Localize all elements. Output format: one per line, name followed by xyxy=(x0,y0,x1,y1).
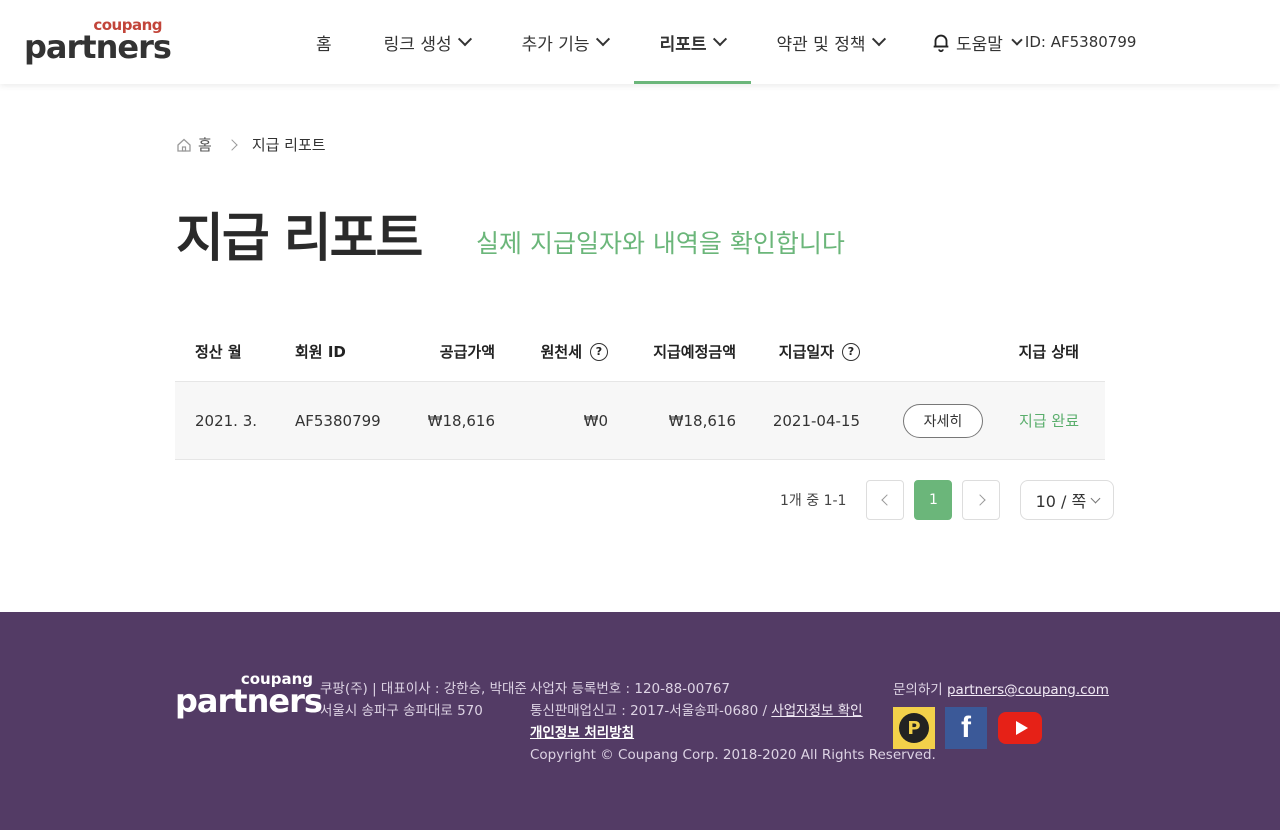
chevron-right-icon xyxy=(974,494,986,506)
bell-icon[interactable] xyxy=(930,31,952,53)
next-page-button[interactable] xyxy=(962,480,1001,520)
breadcrumb: 홈 지급 리포트 xyxy=(176,134,326,155)
nav-extra-features[interactable]: 추가 기능 xyxy=(496,0,634,84)
user-id[interactable]: ID: AF5380799 xyxy=(1025,33,1137,51)
help-menu[interactable]: 도움말 xyxy=(956,30,1003,55)
header-supply-amount: 공급가액 xyxy=(439,343,495,361)
nav-link-create[interactable]: 링크 생성 xyxy=(358,0,496,84)
cell-supply-amount: ₩18,616 xyxy=(427,411,495,430)
footer-contact-label: 문의하기 xyxy=(893,682,947,698)
header-withholding-tax-label: 원천세 xyxy=(540,343,582,361)
cell-month: 2021. 3. xyxy=(195,411,258,430)
question-mark-icon[interactable]: ? xyxy=(590,342,608,361)
privacy-policy-link[interactable]: 개인정보 처리방침 xyxy=(530,725,634,741)
page-size-select[interactable]: 10 / 쪽 xyxy=(1020,480,1115,520)
footer-contact: 문의하기 partners@coupang.com xyxy=(893,678,1109,698)
cell-expected-payment: ₩18,616 xyxy=(668,411,736,430)
table-row: 2021. 3. AF5380799 ₩18,616 ₩0 ₩18,616 20… xyxy=(175,382,1105,460)
chevron-down-icon xyxy=(1011,34,1023,46)
cell-withholding-tax-value: ₩0 xyxy=(583,411,608,430)
footer-copyright: Copyright © Coupang Corp. 2018-2020 All … xyxy=(530,747,936,763)
detail-button[interactable]: 자세히 xyxy=(903,403,983,438)
footer-business-info: 사업자 등록번호 : 120-88-00767 통신판매업신고 : 2017-서… xyxy=(530,678,936,766)
nav-link-create-label: 링크 생성 xyxy=(383,34,452,55)
cell-member-id: AF5380799 xyxy=(295,411,381,430)
pagination: 1개 중 1-1 1 10 / 쪽 xyxy=(780,480,1115,520)
youtube-icon[interactable] xyxy=(997,707,1043,749)
chevron-right-icon xyxy=(226,138,238,151)
nav-terms-policy[interactable]: 약관 및 정책 xyxy=(751,0,910,84)
nav-report[interactable]: 리포트 xyxy=(633,0,751,84)
prev-page-button[interactable] xyxy=(866,480,905,520)
nav-extra-features-label: 추가 기능 xyxy=(521,34,590,55)
nav-home-label: 홈 xyxy=(316,34,332,55)
top-header: coupang partners 홈 링크 생성 추가 기능 리포트 약관 및 … xyxy=(0,0,1280,84)
chevron-down-icon xyxy=(1090,493,1101,503)
coupang-partners-logo[interactable]: coupang partners xyxy=(24,16,172,66)
contact-email-link[interactable]: partners@coupang.com xyxy=(947,682,1109,698)
header-month: 정산 월 xyxy=(195,343,242,361)
status-badge: 지급 완료 xyxy=(1019,412,1079,430)
coupang-p-glyph: P xyxy=(899,713,929,743)
footer-mail-order: 통신판매업신고 : 2017-서울송파-0680 / 사업자정보 확인 xyxy=(530,700,936,722)
chevron-down-icon xyxy=(595,32,610,47)
chevron-left-icon xyxy=(881,494,893,506)
biz-info-link[interactable]: 사업자정보 확인 xyxy=(771,703,862,719)
header-payment-date-label: 지급일자 xyxy=(778,343,834,361)
header-status: 지급 상태 xyxy=(1018,343,1079,361)
chevron-down-icon xyxy=(871,32,886,47)
cell-detail: 자세히 xyxy=(860,403,983,438)
header-payment-date: 지급일자 ? xyxy=(736,341,860,362)
cell-payment-date-value: 2021-04-15 xyxy=(772,411,860,430)
page-title: 지급 리포트 xyxy=(176,209,423,269)
facebook-icon[interactable]: f xyxy=(945,707,987,749)
page-size-value: 10 / 쪽 xyxy=(1035,492,1087,511)
social-links: P f xyxy=(893,707,1053,749)
coupang-partners-social-icon[interactable]: P xyxy=(893,707,935,749)
footer: coupang partners 쿠팡(주) | 대표이사 : 강한승, 박대준… xyxy=(0,612,1280,830)
footer-company-line1: 쿠팡(주) | 대표이사 : 강한승, 박대준 xyxy=(320,681,527,697)
header-withholding-tax: 원천세 ? xyxy=(495,341,608,362)
user-area: 도움말 ID: AF5380799 xyxy=(930,26,1136,58)
table-header: 정산 월 회원 ID 공급가액 원천세 ? 지급예정금액 지급일자 ? 지급 상… xyxy=(175,322,1105,382)
cell-withholding-tax: ₩0 xyxy=(495,412,608,430)
home-icon[interactable] xyxy=(176,137,192,153)
question-mark-icon[interactable]: ? xyxy=(842,342,860,361)
main-nav: 홈 링크 생성 추가 기능 리포트 약관 및 정책 xyxy=(290,0,910,84)
header-member-id: 회원 ID xyxy=(295,343,346,361)
page-subtitle: 실제 지급일자와 내역을 확인합니다 xyxy=(476,229,845,258)
logo-big-text: partners xyxy=(24,28,172,66)
footer-company-info: 쿠팡(주) | 대표이사 : 강한승, 박대준 서울시 송파구 송파대로 570 xyxy=(320,678,527,722)
nav-terms-policy-label: 약관 및 정책 xyxy=(776,34,866,55)
page-button-1[interactable]: 1 xyxy=(914,480,953,520)
cell-payment-date: 2021-04-15 xyxy=(736,412,860,430)
footer-logo: coupang partners xyxy=(175,670,323,720)
footer-mail-order-text: 통신판매업신고 : 2017-서울송파-0680 / xyxy=(530,703,772,719)
footer-logo-big: partners xyxy=(175,682,323,720)
header-expected-payment: 지급예정금액 xyxy=(653,343,736,361)
breadcrumb-current: 지급 리포트 xyxy=(251,136,326,154)
payment-report-table: 정산 월 회원 ID 공급가액 원천세 ? 지급예정금액 지급일자 ? 지급 상… xyxy=(175,322,1105,460)
footer-biz-reg: 사업자 등록번호 : 120-88-00767 xyxy=(530,681,730,697)
pagination-range: 1개 중 1-1 xyxy=(780,493,847,509)
footer-company-line2: 서울시 송파구 송파대로 570 xyxy=(320,703,483,719)
breadcrumb-home[interactable]: 홈 xyxy=(198,134,212,155)
nav-report-label: 리포트 xyxy=(659,34,707,55)
youtube-play-shape xyxy=(998,712,1042,744)
chevron-down-icon xyxy=(457,32,472,47)
chevron-down-icon xyxy=(712,32,727,47)
nav-home[interactable]: 홈 xyxy=(290,0,358,84)
